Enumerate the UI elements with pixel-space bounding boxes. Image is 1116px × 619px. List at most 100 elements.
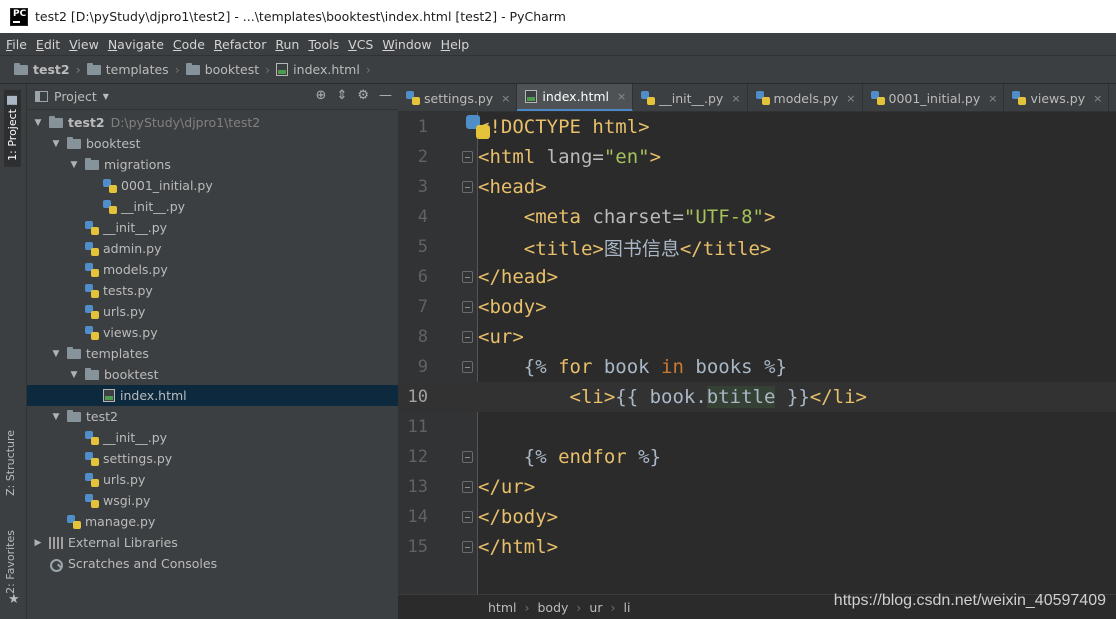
code-line[interactable]: 1 <!DOCTYPE html> [398,112,1116,142]
close-icon[interactable]: × [617,90,626,103]
tree-item[interactable]: ▼ test2 D:\pyStudy\djpro1\test2 [27,112,398,133]
code-line[interactable]: 2 <html lang="en"> [398,142,1116,172]
minimize-icon[interactable]: — [379,88,392,103]
editor-tab[interactable]: __init__.py × [633,84,748,111]
menu-item[interactable]: Navigate [108,37,164,52]
breadcrumb-item[interactable]: templates › [86,62,180,77]
tool-tab-structure[interactable]: Z: Structure [4,430,17,496]
code-editor[interactable]: 1 <!DOCTYPE html> 2 <html lang="en"> 3 <head>… [398,112,1116,594]
tree-item[interactable]: views.py [27,322,398,343]
expanded-arrow-icon[interactable]: ▼ [67,370,81,380]
tool-tab-favorites[interactable]: 2: Favorites [4,530,17,594]
editor-tab[interactable]: models.py × [748,84,863,111]
menu-item[interactable]: Code [173,37,205,52]
close-icon[interactable]: × [501,92,510,105]
tree-item[interactable]: models.py [27,259,398,280]
menu-item[interactable]: Run [275,37,299,52]
tool-tab-project[interactable]: 1: Project [4,90,21,167]
code-line[interactable]: 8 <ur> [398,322,1116,352]
tree-item[interactable]: index.html [27,385,398,406]
breadcrumb-item[interactable]: booktest › [185,62,270,77]
code-line[interactable]: 3 <head> [398,172,1116,202]
editor-breadcrumb-item[interactable]: html [488,600,516,615]
code-line[interactable]: 4 <meta charset="UTF-8"> [398,202,1116,232]
fold-marker-icon[interactable] [462,301,473,313]
tree-item[interactable]: ▼ test2 [27,406,398,427]
breadcrumb-item[interactable]: test2 › [14,62,81,77]
editor-breadcrumb-item[interactable]: ur [589,600,602,615]
menu-item[interactable]: Tools [308,37,339,52]
code-line[interactable]: 13 </ur> [398,472,1116,502]
code-line[interactable]: 12 {% endfor %} [398,442,1116,472]
menu-item[interactable]: Window [382,37,431,52]
tree-item[interactable]: ▶ External Libraries [27,532,398,553]
code-line[interactable]: 7 <body> [398,292,1116,322]
tree-item[interactable]: Scratches and Consoles [27,553,398,574]
python-gutter-icon[interactable] [466,115,490,139]
close-icon[interactable]: × [846,92,855,105]
fold-marker-icon[interactable] [462,361,473,373]
fold-marker-icon[interactable] [462,481,473,493]
code-line[interactable]: 10 <li>{{ book.btitle }}</li> [398,382,1116,412]
menu-item[interactable]: Help [441,37,470,52]
editor-tab[interactable]: 0001_initial.py × [863,84,1005,111]
tree-item[interactable]: urls.py [27,301,398,322]
fold-marker-icon[interactable] [462,541,473,553]
code-line[interactable]: 15 </html> [398,532,1116,562]
editor-tab[interactable]: index.html × [517,84,634,111]
expanded-arrow-icon[interactable]: ▼ [31,118,45,128]
editor-breadcrumb-item[interactable]: li [623,600,630,615]
code-line[interactable]: 5 <title>图书信息</title> [398,232,1116,262]
tree-item[interactable]: __init__.py [27,217,398,238]
expanded-arrow-icon[interactable]: ▼ [49,349,63,359]
code-line[interactable]: 11 [398,412,1116,442]
fold-marker-icon[interactable] [462,511,473,523]
project-view-label[interactable]: Project [54,89,97,104]
editor-tab[interactable]: settings.py × [398,84,518,111]
chevron-down-icon[interactable]: ▼ [103,92,109,101]
tree-item[interactable]: wsgi.py [27,490,398,511]
tree-item[interactable]: urls.py [27,469,398,490]
code-line[interactable]: 14 </body> [398,502,1116,532]
menu-item[interactable]: VCS [348,37,373,52]
editor-tab[interactable]: views.py × [1004,84,1110,111]
tree-item[interactable]: ▼ migrations [27,154,398,175]
python-file-icon [406,91,420,105]
expanded-arrow-icon[interactable]: ▼ [49,139,63,149]
collapsed-arrow-icon[interactable]: ▶ [31,538,45,548]
tree-item[interactable]: settings.py [27,448,398,469]
fold-marker-icon[interactable] [462,271,473,283]
menu-item[interactable]: Edit [36,37,60,52]
tree-item[interactable]: __init__.py [27,427,398,448]
fold-marker-icon[interactable] [462,451,473,463]
tree-item[interactable]: admin.py [27,238,398,259]
close-icon[interactable]: × [731,92,740,105]
tree-item[interactable]: ▼ booktest [27,364,398,385]
tree-item[interactable]: 0001_initial.py [27,175,398,196]
fold-marker-icon[interactable] [462,331,473,343]
tree-item[interactable]: manage.py [27,511,398,532]
code-line[interactable]: 6 </head> [398,262,1116,292]
editor-tab[interactable]: test2 [1109,84,1116,111]
close-icon[interactable]: × [1093,92,1102,105]
fold-marker-icon[interactable] [462,181,473,193]
tree-item[interactable]: ▼ templates [27,343,398,364]
html-file-icon [276,63,289,76]
gear-icon[interactable]: ⚙ [357,88,369,103]
close-icon[interactable]: × [988,92,997,105]
tree-item[interactable]: tests.py [27,280,398,301]
editor-breadcrumb-item[interactable]: body [537,600,568,615]
code-line[interactable]: 9 {% for book in books %} [398,352,1116,382]
tree-item[interactable]: ▼ booktest [27,133,398,154]
menu-item[interactable]: View [69,37,99,52]
fold-marker-icon[interactable] [462,151,473,163]
expanded-arrow-icon[interactable]: ▼ [49,412,63,422]
breadcrumb-item[interactable]: index.html › [276,62,371,77]
locate-icon[interactable]: ⊕ [316,88,327,103]
collapse-all-icon[interactable]: ⇕ [336,88,347,103]
menu-item[interactable]: File [6,37,27,52]
fold-gutter [428,202,478,232]
menu-item[interactable]: Refactor [214,37,266,52]
tree-item[interactable]: __init__.py [27,196,398,217]
expanded-arrow-icon[interactable]: ▼ [67,160,81,170]
